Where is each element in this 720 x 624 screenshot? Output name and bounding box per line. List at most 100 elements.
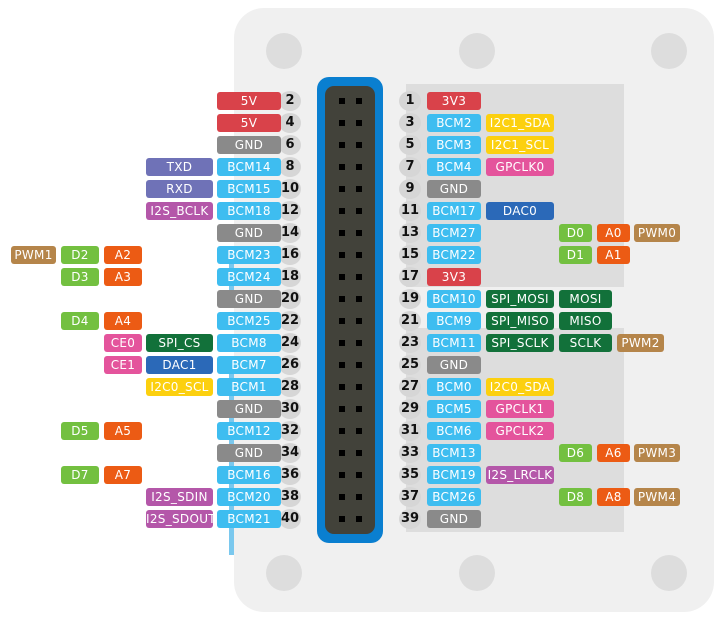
pin-number: 14: [279, 223, 301, 243]
pin-number: 24: [279, 333, 301, 353]
pin-label-digital: D8: [559, 488, 592, 506]
pin-label-spi: SPI_CS: [146, 334, 213, 352]
header-pin: [339, 384, 345, 390]
pin-label-bcm: BCM12: [217, 422, 281, 440]
pin-number: 2: [279, 91, 301, 111]
header-pin: [339, 494, 345, 500]
pin-number: 40: [279, 509, 301, 529]
header-pin: [356, 98, 362, 104]
mounting-hole: [651, 33, 687, 69]
pin-label-bcm: BCM9: [427, 312, 481, 330]
pin-label-spi: SPI_SCLK: [486, 334, 554, 352]
pin-label-spi: SPI_MISO: [486, 312, 554, 330]
pin-number: 34: [279, 443, 301, 463]
pin-label-i2c: I2C0_SDA: [486, 378, 554, 396]
pin-label-bcm: BCM10: [427, 290, 481, 308]
pin-label-i2s: I2S_LRCLK: [486, 466, 554, 484]
header-pin: [339, 208, 345, 214]
mounting-hole: [266, 555, 302, 591]
header-pin: [339, 230, 345, 236]
pin-number: 10: [279, 179, 301, 199]
pin-label-bcm: BCM19: [427, 466, 481, 484]
pin-number: 23: [399, 333, 421, 353]
pin-label-bcm: BCM27: [427, 224, 481, 242]
mounting-hole: [266, 33, 302, 69]
pin-label-pwm: PWM3: [634, 444, 680, 462]
pin-number: 35: [399, 465, 421, 485]
pin-label-bcm: BCM3: [427, 136, 481, 154]
pin-number: 39: [399, 509, 421, 529]
pin-label-gnd: GND: [217, 136, 281, 154]
pin-number: 5: [399, 135, 421, 155]
pin-label-pwm: PWM0: [634, 224, 680, 242]
pin-label-bcm: BCM15: [217, 180, 281, 198]
pin-label-gpclk: GPCLK1: [486, 400, 554, 418]
pin-label-bcm: BCM5: [427, 400, 481, 418]
pin-label-analog: A0: [597, 224, 630, 242]
pin-label-bcm: BCM22: [427, 246, 481, 264]
pin-label-analog: A8: [597, 488, 630, 506]
pin-label-digital: D0: [559, 224, 592, 242]
pin-label-i2c: I2C1_SCL: [486, 136, 554, 154]
pin-label-bcm: BCM1: [217, 378, 281, 396]
pin-label-spi: MOSI: [559, 290, 612, 308]
pin-label-bcm: BCM0: [427, 378, 481, 396]
pin-label-analog: A4: [104, 312, 142, 330]
pin-label-gnd: GND: [217, 290, 281, 308]
pin-number: 9: [399, 179, 421, 199]
gpio-header-body: [325, 86, 375, 534]
pin-label-bcm: BCM7: [217, 356, 281, 374]
pin-number: 30: [279, 399, 301, 419]
header-pin: [339, 142, 345, 148]
header-pin: [356, 296, 362, 302]
pin-number: 18: [279, 267, 301, 287]
pin-label-gnd: GND: [427, 180, 481, 198]
pin-label-gnd: GND: [427, 510, 481, 528]
header-pin: [339, 362, 345, 368]
pin-label-digital: D1: [559, 246, 592, 264]
pin-label-bcm: BCM4: [427, 158, 481, 176]
pin-number: 8: [279, 157, 301, 177]
pin-label-dac: DAC1: [146, 356, 213, 374]
pin-label-bcm: BCM25: [217, 312, 281, 330]
pin-label-ce: CE0: [104, 334, 142, 352]
pin-number: 3: [399, 113, 421, 133]
mounting-hole: [651, 555, 687, 591]
pin-label-gpclk: GPCLK0: [486, 158, 554, 176]
pin-label-spi: SCLK: [559, 334, 612, 352]
header-pin: [356, 318, 362, 324]
header-pin: [356, 142, 362, 148]
pin-label-digital: D4: [61, 312, 99, 330]
header-pin: [339, 406, 345, 412]
pin-number: 31: [399, 421, 421, 441]
pin-label-digital: D5: [61, 422, 99, 440]
pin-label-bcm: BCM11: [427, 334, 481, 352]
pin-number: 7: [399, 157, 421, 177]
header-pin: [339, 186, 345, 192]
header-pin: [356, 252, 362, 258]
pin-number: 6: [279, 135, 301, 155]
header-pin: [356, 516, 362, 522]
pin-label-bcm: BCM13: [427, 444, 481, 462]
pin-number: 33: [399, 443, 421, 463]
pin-label-analog: A6: [597, 444, 630, 462]
pin-label-digital: D3: [61, 268, 99, 286]
header-pin: [339, 252, 345, 258]
pin-label-spi: MISO: [559, 312, 612, 330]
pin-label-bcm: BCM6: [427, 422, 481, 440]
pin-label-gnd: GND: [217, 224, 281, 242]
header-pin: [356, 274, 362, 280]
pin-label-spi: SPI_MOSI: [486, 290, 554, 308]
pin-number: 21: [399, 311, 421, 331]
header-pin: [339, 120, 345, 126]
pin-label-i2c: I2C0_SCL: [146, 378, 213, 396]
pin-number: 37: [399, 487, 421, 507]
pin-label-analog: A2: [104, 246, 142, 264]
pin-label-bcm: BCM26: [427, 488, 481, 506]
pin-label-bcm: BCM18: [217, 202, 281, 220]
pin-number: 13: [399, 223, 421, 243]
pin-number: 19: [399, 289, 421, 309]
header-pin: [356, 384, 362, 390]
pin-number: 4: [279, 113, 301, 133]
mounting-hole: [459, 555, 495, 591]
